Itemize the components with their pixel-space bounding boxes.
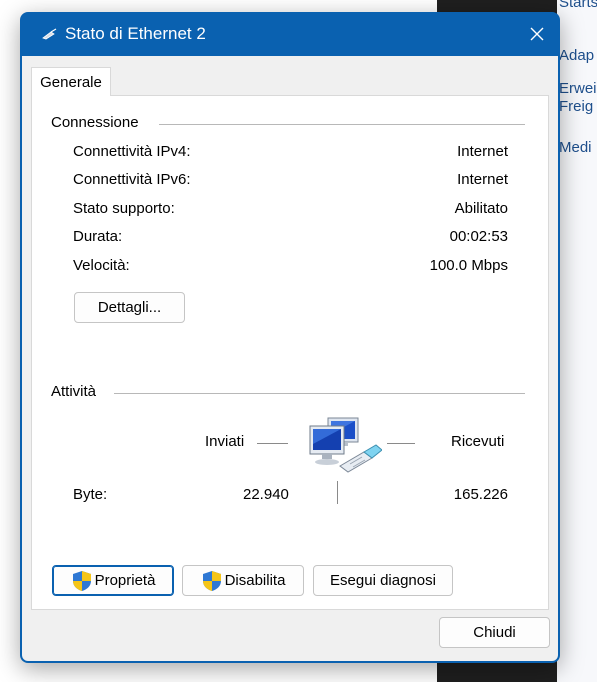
ethernet-status-dialog: Stato di Ethernet 2 Generale Connessione… <box>20 12 560 663</box>
ipv4-connectivity-value: Internet <box>457 143 508 160</box>
bytes-sent-value: 22.940 <box>243 486 289 503</box>
network-cable-icon <box>42 28 57 40</box>
close-dialog-button[interactable]: Chiudi <box>439 617 550 648</box>
background-link-medien[interactable]: Medi <box>559 139 592 157</box>
received-label: Ricevuti <box>451 433 505 450</box>
connection-section-divider <box>159 124 525 125</box>
speed-label: Velocità: <box>73 257 130 274</box>
background-link-adapter[interactable]: Adap <box>559 47 594 65</box>
duration-value: 00:02:53 <box>449 228 508 245</box>
background-link-erweitert[interactable]: Erwei <box>559 80 597 98</box>
connection-section-label: Connessione <box>51 114 139 131</box>
media-state-label: Stato supporto: <box>73 200 175 217</box>
bytes-received-value: 165.226 <box>453 486 508 503</box>
activity-center-divider <box>337 481 338 504</box>
sent-label: Inviati <box>205 433 245 450</box>
background-link-freigabe: Freig <box>559 98 594 115</box>
close-button[interactable] <box>514 12 560 56</box>
network-computers-icon <box>309 417 382 473</box>
bytes-label: Byte: <box>73 486 108 503</box>
speed-value: 100.0 Mbps <box>429 257 508 274</box>
activity-section-label: Attività <box>51 383 97 400</box>
window-title: Stato di Ethernet 2 <box>65 24 206 43</box>
close-icon <box>530 27 544 41</box>
media-state-value: Abilitato <box>454 200 508 217</box>
uac-shield-icon <box>72 570 91 591</box>
duration-label: Durata: <box>73 228 123 245</box>
background-link-starts[interactable]: Starts <box>559 0 597 12</box>
disable-button[interactable]: Disabilita <box>182 565 304 596</box>
activity-section-divider <box>114 393 525 394</box>
details-button[interactable]: Dettagli... <box>74 292 185 323</box>
uac-shield-icon <box>202 570 221 591</box>
ipv4-connectivity-label: Connettività IPv4: <box>73 143 191 160</box>
properties-button[interactable]: Proprietà <box>52 565 174 596</box>
properties-button-label: Proprietà <box>94 572 156 589</box>
diagnose-button[interactable]: Esegui diagnosi <box>313 565 453 596</box>
disable-button-label: Disabilita <box>224 572 286 589</box>
sent-connector-line <box>257 443 288 444</box>
ipv6-connectivity-label: Connettività IPv6: <box>73 171 191 188</box>
dialog-client-area: Generale Connessione Connettività IPv4: … <box>22 56 558 661</box>
title-bar[interactable]: Stato di Ethernet 2 <box>20 12 560 56</box>
tab-panel-generale: Connessione Connettività IPv4: Internet … <box>31 95 549 610</box>
received-connector-line <box>387 443 415 444</box>
background-settings-panel: Starts Adap Erwei Freig Medi <box>557 0 597 682</box>
ipv6-connectivity-value: Internet <box>457 171 508 188</box>
tab-generale[interactable]: Generale <box>31 67 111 96</box>
